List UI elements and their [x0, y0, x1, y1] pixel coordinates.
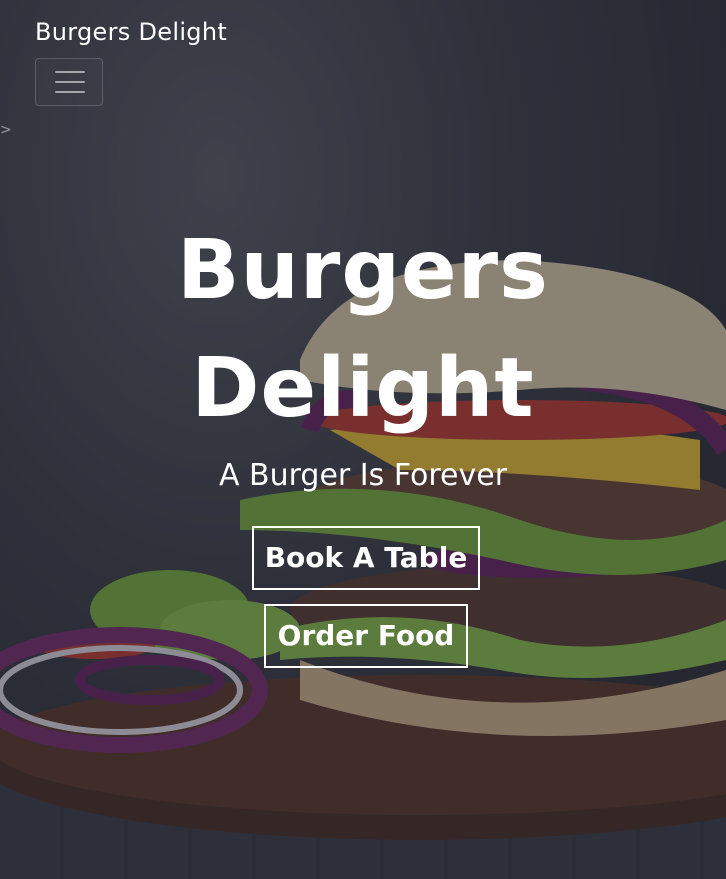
hero-title-line1: Burgers	[177, 223, 549, 318]
navbar-brand[interactable]: Burgers Delight	[35, 18, 227, 46]
hero-title-line2: Delight	[191, 341, 535, 436]
book-table-button[interactable]: Book A Table	[252, 526, 480, 590]
hero-title: Burgers Delight	[0, 212, 726, 448]
hero-section: Burgers Delight > Burgers Delight A Burg…	[0, 0, 726, 879]
hamburger-menu-icon	[55, 71, 85, 73]
hero-tagline: A Burger Is Forever	[218, 458, 508, 493]
navbar-toggler-button[interactable]	[35, 58, 103, 106]
order-food-button[interactable]: Order Food	[264, 604, 468, 668]
hamburger-menu-icon-bar	[55, 91, 85, 93]
chevron-right-icon: >	[0, 122, 12, 138]
hamburger-menu-icon-bar	[55, 81, 85, 83]
